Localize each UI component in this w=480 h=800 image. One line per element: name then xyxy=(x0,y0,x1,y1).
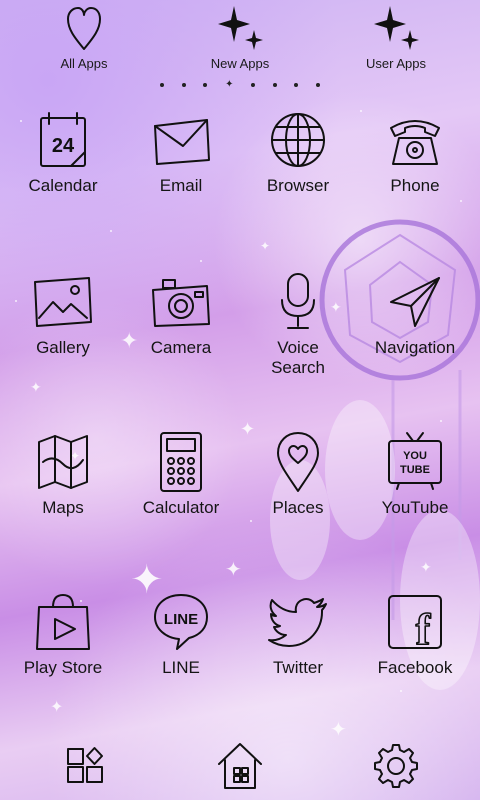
app-camera[interactable]: Camera xyxy=(126,270,236,358)
tv-text-top: YOU xyxy=(403,450,427,462)
sparkle-icon xyxy=(218,6,263,50)
page-dot xyxy=(250,83,255,87)
telephone-icon xyxy=(390,120,440,165)
calculator-icon xyxy=(160,432,202,492)
bird-icon xyxy=(268,598,327,647)
app-play-store[interactable]: Play Store xyxy=(8,590,118,678)
shopping-bag-icon xyxy=(36,594,90,650)
tab-label: New Apps xyxy=(210,56,270,71)
microphone-icon xyxy=(281,273,315,329)
app-browser[interactable]: Browser xyxy=(243,108,353,196)
app-voice-search[interactable]: Voice Search xyxy=(243,270,353,378)
app-label: Phone xyxy=(390,176,440,195)
settings-button[interactable] xyxy=(366,738,426,794)
app-maps[interactable]: Maps xyxy=(8,430,118,518)
sparkle-icon xyxy=(374,6,419,50)
app-drawer-button[interactable] xyxy=(55,738,115,794)
tab-user-apps[interactable]: User Apps xyxy=(346,4,446,71)
app-label: Navigation xyxy=(374,338,456,357)
app-label: Calendar xyxy=(28,176,98,195)
camera-icon xyxy=(152,279,210,327)
app-email[interactable]: Email xyxy=(126,108,236,196)
app-label: Maps xyxy=(42,498,84,517)
speech-bubble-icon: LINE xyxy=(154,594,208,650)
tab-new-apps[interactable]: New Apps xyxy=(190,4,290,71)
app-label: Gallery xyxy=(36,338,90,357)
picture-icon xyxy=(34,277,92,327)
app-label: Play Store xyxy=(23,658,103,677)
tab-all-apps[interactable]: All Apps xyxy=(34,4,134,71)
facebook-letter: f xyxy=(416,605,432,652)
app-drawer-icon xyxy=(67,747,103,783)
app-phone[interactable]: Phone xyxy=(360,108,470,196)
paper-plane-icon xyxy=(390,277,440,327)
app-label: Places xyxy=(272,498,324,517)
app-label: LINE xyxy=(162,658,200,677)
app-label: Twitter xyxy=(272,658,324,677)
tv-icon: YOU TUBE xyxy=(388,432,442,490)
home-icon xyxy=(218,743,262,789)
app-calculator[interactable]: Calculator xyxy=(126,430,236,518)
app-gallery[interactable]: Gallery xyxy=(8,270,118,358)
app-drawer-tabs: All Apps New Apps User Apps xyxy=(0,0,480,80)
envelope-icon xyxy=(154,119,210,165)
app-label: Browser xyxy=(266,176,330,195)
page-dot xyxy=(203,83,208,87)
app-label: Camera xyxy=(150,338,212,357)
page-dot xyxy=(272,83,277,87)
page-dot xyxy=(294,83,299,87)
facebook-icon: f xyxy=(388,595,442,652)
app-label: Calculator xyxy=(142,498,220,517)
tab-label: All Apps xyxy=(60,56,108,71)
app-navigation[interactable]: Navigation xyxy=(360,270,470,358)
home-button[interactable] xyxy=(210,738,270,794)
app-facebook[interactable]: f Facebook xyxy=(360,590,470,678)
bubble-text: LINE xyxy=(164,611,198,628)
tab-label: User Apps xyxy=(366,56,426,71)
page-dot-active: ✦ xyxy=(225,79,234,90)
globe-icon xyxy=(271,113,325,167)
app-label: Voice Search xyxy=(271,338,325,377)
map-icon xyxy=(38,435,88,489)
page-dot xyxy=(181,83,186,87)
page-dot xyxy=(160,83,164,87)
page-dot xyxy=(315,83,320,87)
app-twitter[interactable]: Twitter xyxy=(243,590,353,678)
calendar-icon: 24 xyxy=(40,112,86,167)
page-indicator: ✦ xyxy=(160,80,320,90)
dock-bar xyxy=(0,730,480,800)
map-pin-icon xyxy=(277,432,319,492)
calendar-day: 24 xyxy=(52,135,75,157)
heart-icon xyxy=(67,7,101,50)
app-label: Email xyxy=(159,176,203,195)
app-youtube[interactable]: YOU TUBE YouTube xyxy=(360,430,470,518)
app-calendar[interactable]: 24 Calendar xyxy=(8,108,118,196)
app-line[interactable]: LINE LINE xyxy=(126,590,236,678)
app-label: YouTube xyxy=(381,498,449,517)
settings-gear-icon xyxy=(374,744,418,788)
tv-text-bottom: TUBE xyxy=(400,464,430,476)
app-places[interactable]: Places xyxy=(243,430,353,518)
app-label: Facebook xyxy=(377,658,453,677)
